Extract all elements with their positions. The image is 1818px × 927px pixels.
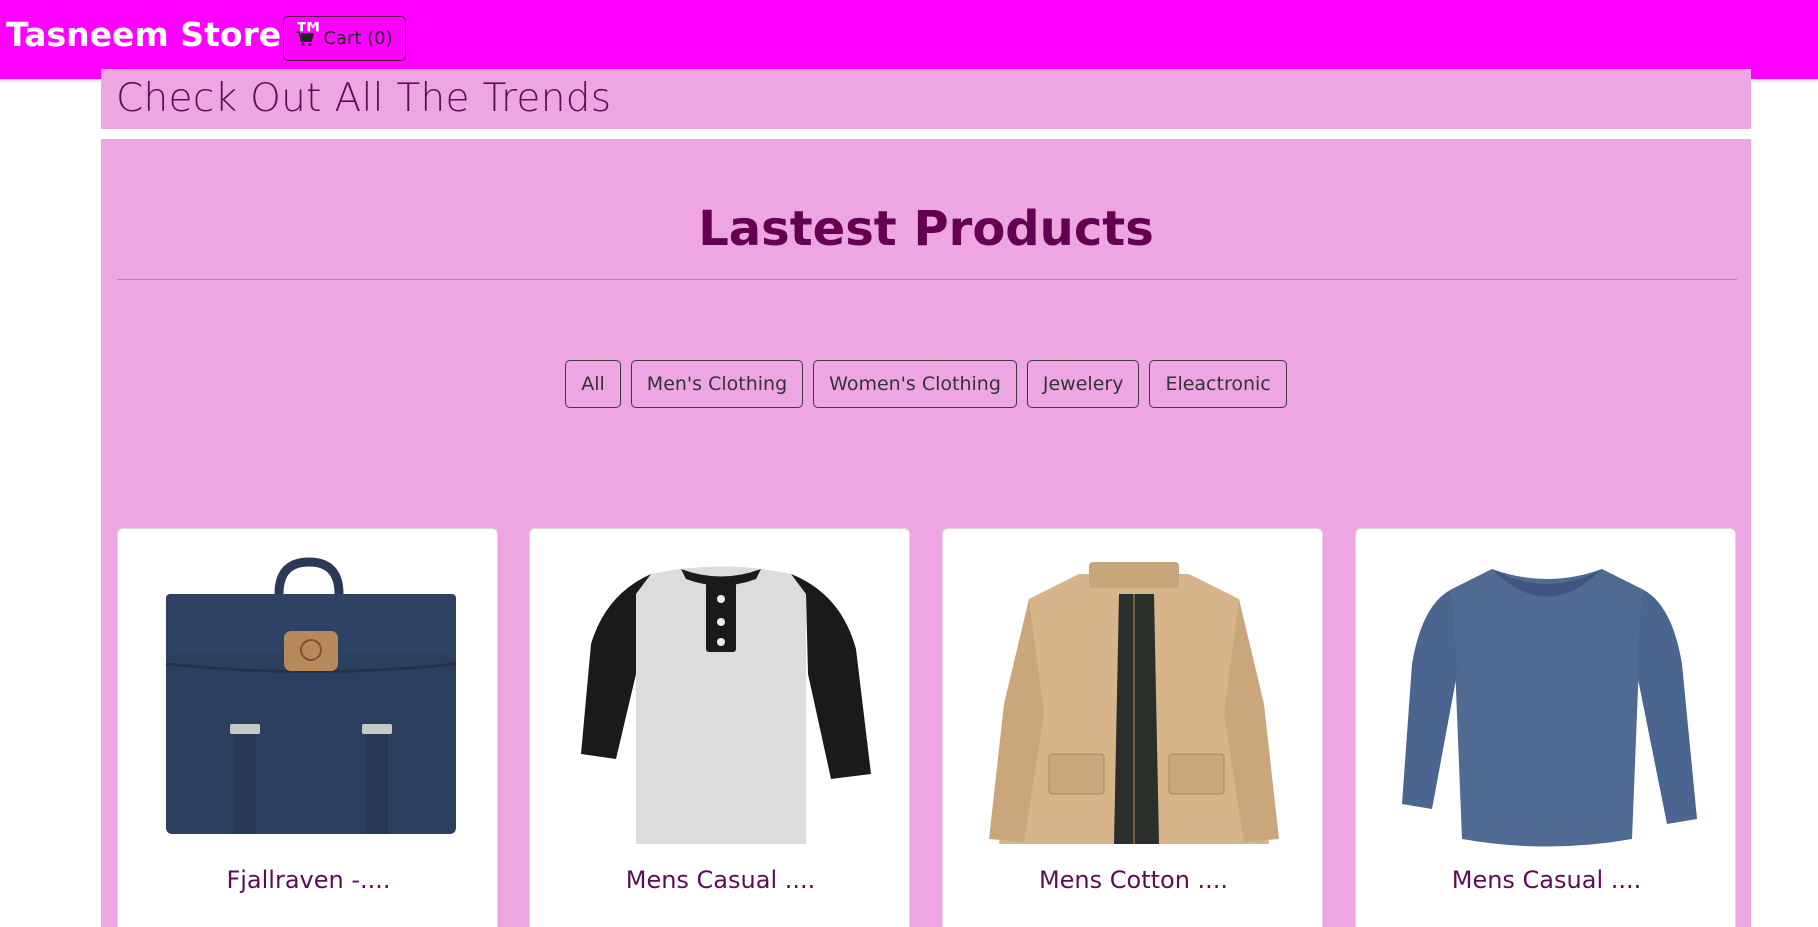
product-title[interactable]: Mens Casual .... xyxy=(530,864,909,896)
shopping-cart-icon xyxy=(296,30,315,47)
product-card[interactable]: Mens Casual .... xyxy=(1355,528,1736,927)
page-title: Lastest Products xyxy=(698,201,1154,257)
product-card[interactable]: Mens Casual .... xyxy=(529,528,910,927)
divider xyxy=(117,279,1737,280)
product-card[interactable]: Fjallraven -.... xyxy=(117,528,498,927)
filter-jewelery-button[interactable]: Jewelery xyxy=(1026,360,1140,408)
product-card[interactable]: Mens Cotton .... xyxy=(942,528,1323,927)
filter-all-button[interactable]: All xyxy=(565,360,621,408)
product-image[interactable] xyxy=(1376,554,1717,854)
category-filters: All Men's Clothing Women's Clothing Jewe… xyxy=(101,360,1751,408)
cart-button[interactable]: Cart (0) xyxy=(283,16,406,61)
trends-banner: Check Out All The Trends xyxy=(101,69,1751,129)
product-title[interactable]: Mens Cotton .... xyxy=(943,864,1322,896)
cart-label: Cart (0) xyxy=(323,28,393,49)
trends-title: Check Out All The Trends xyxy=(116,76,612,121)
filter-electronic-button[interactable]: Eleactronic xyxy=(1149,360,1287,408)
navbar: Tasneem Store ™ Cart (0) xyxy=(0,0,1818,79)
product-image[interactable] xyxy=(963,554,1304,854)
product-image[interactable] xyxy=(138,554,479,854)
product-image[interactable] xyxy=(550,554,891,854)
product-title[interactable]: Mens Casual .... xyxy=(1356,864,1735,896)
products-section: Lastest Products All Men's Clothing Wome… xyxy=(101,139,1751,927)
brand-logo[interactable]: Tasneem Store ™ xyxy=(6,13,326,57)
filter-mens-clothing-button[interactable]: Men's Clothing xyxy=(630,360,804,408)
filter-womens-clothing-button[interactable]: Women's Clothing xyxy=(813,360,1017,408)
product-title[interactable]: Fjallraven -.... xyxy=(118,864,497,896)
